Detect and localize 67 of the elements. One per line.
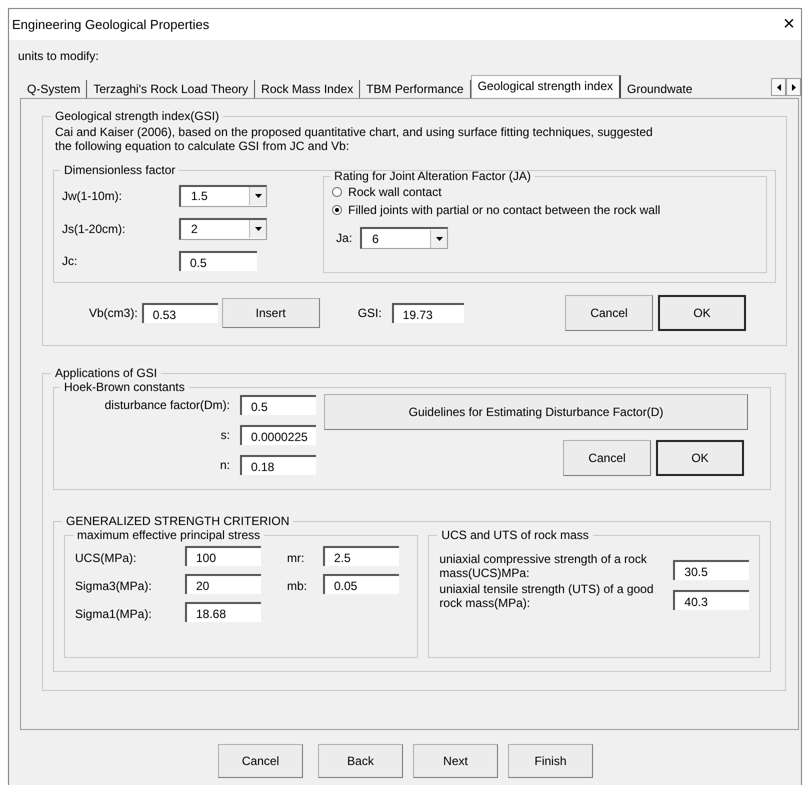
- text-field[interactable]: 0.05: [323, 574, 399, 594]
- field-label: Sigma1(MPa):: [75, 606, 153, 622]
- field-label: s:: [220, 428, 230, 442]
- text-field[interactable]: 0.0000225: [240, 425, 316, 445]
- field-label: UCS(MPa):: [75, 550, 138, 566]
- button[interactable]: Insert: [222, 298, 320, 328]
- text-field[interactable]: 100: [185, 546, 261, 566]
- field-label: Sigma3(MPa):: [75, 578, 153, 594]
- radio-label[interactable]: Filled joints with partial or no contact between the rock wall: [348, 203, 660, 217]
- field-label: Ja:: [336, 231, 352, 245]
- button[interactable]: Guidelines for Estimating Disturbance Factor(D): [324, 394, 748, 430]
- scroll-right-button[interactable]: [786, 78, 801, 96]
- dropdown[interactable]: 6: [360, 227, 448, 249]
- description-text: Cai and Kaiser (2006), based on the proposed quantitative chart, and using surface fitting techniques, suggested the following equation to calculate GSI from JC and Vb:: [54, 124, 654, 153]
- group-title: UCS and UTS of rock mass: [440, 528, 590, 542]
- group-title: Rating for Joint Alteration Factor (JA): [333, 169, 532, 183]
- dropdown[interactable]: 1.5: [179, 184, 267, 207]
- field-label: Vb(cm3):: [89, 306, 138, 320]
- field-label: GSI:: [358, 306, 382, 320]
- dropdown[interactable]: 2: [179, 218, 267, 240]
- text-field[interactable]: 2.5: [323, 546, 399, 566]
- group-title: Geological strength index(GSI): [54, 109, 220, 123]
- tab[interactable]: Geological strength index: [470, 75, 621, 98]
- window-title: Engineering Geological Properties: [12, 17, 210, 32]
- button[interactable]: Cancel: [218, 744, 303, 778]
- field-label: disturbance factor(Dm):: [104, 398, 230, 412]
- left-arrow-icon: [776, 84, 780, 90]
- field-label: mb:: [286, 578, 308, 594]
- group-title: Hoek-Brown constants: [63, 380, 186, 394]
- text-field[interactable]: 20: [185, 574, 261, 594]
- button[interactable]: Back: [318, 744, 403, 778]
- text-field[interactable]: 19.73: [392, 303, 464, 323]
- group-title: GENERALIZED STRENGTH CRITERION: [65, 514, 290, 528]
- button[interactable]: Next: [413, 744, 498, 778]
- text-field[interactable]: 30.5: [673, 560, 750, 580]
- caret-icon: [254, 227, 262, 232]
- button[interactable]: OK: [656, 440, 744, 476]
- tab[interactable]: Groundwate: [621, 80, 693, 98]
- close-button[interactable]: ×: [777, 13, 801, 36]
- field-label: n:: [218, 458, 230, 472]
- units-label: units to modify:: [17, 48, 100, 65]
- field-label: Js(1-20cm):: [62, 222, 126, 236]
- field-label: mr:: [286, 550, 306, 566]
- text-field[interactable]: 40.3: [673, 590, 750, 610]
- radio-button[interactable]: [332, 205, 342, 215]
- field-label: uniaxial compressive strength of a rock mass(UCS)MPa:: [439, 552, 648, 580]
- group-title: Dimensionless factor: [63, 163, 176, 177]
- field-label: Jw(1-10m):: [62, 188, 124, 203]
- field-label: uniaxial tensile strength (UTS) of a good rock mass(MPa):: [439, 582, 655, 610]
- text-field[interactable]: 0.5: [179, 251, 257, 272]
- button[interactable]: Cancel: [563, 440, 651, 476]
- text-field[interactable]: 18.68: [185, 602, 261, 622]
- text-field[interactable]: 0.53: [142, 303, 218, 323]
- button[interactable]: Finish: [508, 744, 593, 778]
- field-label: Jc:: [62, 254, 78, 268]
- right-arrow-icon: [792, 84, 796, 90]
- text-field[interactable]: 0.5: [240, 395, 316, 415]
- scroll-left-button[interactable]: [771, 78, 786, 96]
- group-title: maximum effective principal stress: [76, 528, 262, 542]
- button[interactable]: Cancel: [565, 295, 653, 331]
- button[interactable]: OK: [658, 295, 746, 331]
- caret-icon: [254, 194, 262, 198]
- radio-button[interactable]: [332, 187, 342, 197]
- radio-label[interactable]: Rock wall contact: [348, 185, 442, 199]
- caret-icon: [436, 236, 443, 240]
- text-field[interactable]: 0.18: [240, 455, 316, 475]
- group-title: Applications of GSI: [54, 366, 158, 380]
